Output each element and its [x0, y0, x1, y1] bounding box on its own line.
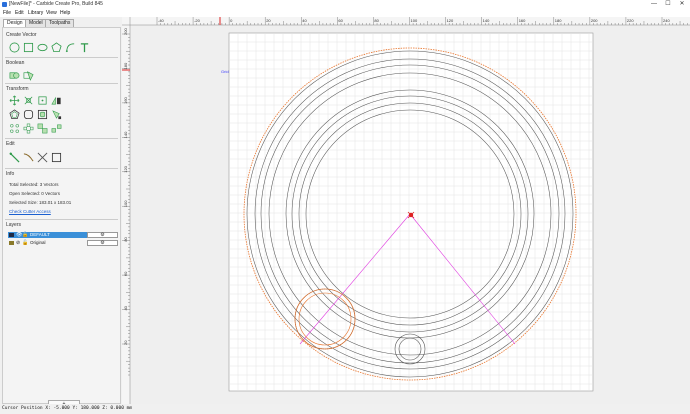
x-ruler-label: 120: [447, 18, 454, 23]
stock-area: [228, 32, 594, 392]
divider: [5, 138, 118, 139]
section-info: Info: [6, 171, 15, 177]
minimize-button[interactable]: —: [648, 0, 660, 9]
rectangular-array-icon[interactable]: [23, 123, 34, 134]
close-vector-icon[interactable]: [51, 152, 62, 163]
mirror-icon[interactable]: [51, 95, 62, 106]
y-ruler-label: 40: [123, 305, 128, 310]
ungroup-icon[interactable]: [51, 123, 62, 134]
x-ruler-label: 180: [555, 18, 562, 23]
info-total-selected: Total Selected: 3 Vectors: [9, 182, 59, 187]
visibility-hidden-icon[interactable]: ⊘: [16, 240, 20, 246]
trim-icon[interactable]: [37, 152, 48, 163]
y-ruler-label: 60: [123, 271, 128, 276]
layer-settings-gear-icon[interactable]: ⚙: [87, 240, 118, 246]
y-ruler-label: 20: [123, 340, 128, 345]
layer-name: DEFAULT: [30, 232, 50, 237]
y-ruler-label: 160: [123, 96, 128, 103]
move-icon[interactable]: [9, 95, 20, 106]
layer-row-default[interactable]: 👁 🔓 DEFAULT ⚙: [8, 232, 118, 238]
y-ruler-label: 180: [123, 62, 128, 69]
group-icon[interactable]: [37, 123, 48, 134]
y-ruler-label: 140: [123, 131, 128, 138]
center-marker-icon: [407, 211, 415, 219]
join-vectors-icon[interactable]: [23, 152, 34, 163]
node-edit-icon[interactable]: [51, 109, 62, 120]
x-ruler-label: 20: [266, 18, 271, 23]
offset-icon[interactable]: [9, 109, 20, 120]
divider: [5, 168, 118, 169]
x-ruler-label: 80: [374, 18, 379, 23]
boolean-subtract-icon[interactable]: [23, 70, 34, 81]
grid-label: Grid: [221, 69, 229, 74]
y-ruler-label: 80: [123, 236, 128, 241]
design-canvas[interactable]: -40 -20 0 20 40 60 80 100 120 140 160 180 200 220 240 …: [122, 17, 690, 404]
layer-name: Original: [30, 240, 46, 245]
y-ruler-label: 120: [123, 165, 128, 172]
rectangle-tool-icon[interactable]: [23, 42, 34, 53]
x-ruler-label: 40: [302, 18, 307, 23]
chamfer-icon[interactable]: [37, 109, 48, 120]
edit-nodes-icon[interactable]: [9, 152, 20, 163]
x-ruler-label: 240: [663, 18, 670, 23]
design-panel: Create Vector Boolean Transform Edit Inf: [2, 27, 121, 408]
lock-icon[interactable]: 🔓: [22, 232, 28, 238]
fillet-icon[interactable]: [23, 109, 34, 120]
lock-icon[interactable]: 🔓: [22, 240, 28, 246]
divider: [5, 57, 118, 58]
polygon-tool-icon[interactable]: [51, 42, 62, 53]
status-bar: Cursor Position X: -5.000 Y: 180.000 Z: …: [0, 404, 690, 414]
info-selected-size: Selected Size: 183.01 x 183.01: [9, 200, 72, 205]
menu-view[interactable]: View: [46, 10, 57, 16]
circle-tool-icon[interactable]: [9, 42, 20, 53]
x-ruler-label: 160: [519, 18, 526, 23]
x-ruler-label: 140: [483, 18, 490, 23]
layer-color-swatch[interactable]: [9, 241, 14, 245]
check-cutter-access-link[interactable]: Check Cutter Access: [9, 209, 51, 214]
close-button[interactable]: ✕: [676, 0, 688, 9]
menu-help[interactable]: Help: [60, 10, 70, 16]
section-create-vector: Create Vector: [6, 32, 37, 38]
menu-file[interactable]: File: [3, 10, 11, 16]
x-ruler-label: -20: [194, 18, 201, 23]
x-ruler-label: 100: [411, 18, 418, 23]
y-ruler-label: 200: [123, 28, 128, 35]
menu-library[interactable]: Library: [28, 10, 43, 16]
section-layers: Layers: [6, 222, 22, 228]
left-panel: Design Model Toolpaths Create Vector Boo…: [0, 17, 123, 408]
menu-bar: File Edit Library View Help: [0, 9, 690, 17]
y-ruler-label: 100: [123, 200, 128, 207]
app-icon: [2, 2, 7, 7]
section-transform: Transform: [6, 86, 29, 92]
x-ruler-label: 60: [338, 18, 343, 23]
layer-color-swatch[interactable]: [9, 233, 14, 237]
maximize-button[interactable]: ☐: [662, 0, 674, 9]
circular-array-icon[interactable]: [9, 123, 20, 134]
info-open-selected: Open Selected: 0 Vectors: [9, 191, 61, 196]
x-ruler-label: 220: [627, 18, 634, 23]
layer-row-original[interactable]: ⊘ 🔓 Original ⚙: [8, 240, 118, 246]
section-edit: Edit: [6, 141, 15, 147]
x-ruler-label: 200: [591, 18, 598, 23]
title-bar: [NewFile]* - Carbide Create Pro, Build 8…: [0, 0, 690, 9]
ellipse-tool-icon[interactable]: [37, 42, 48, 53]
x-ruler-label: -40: [158, 18, 165, 23]
divider: [5, 219, 118, 220]
cursor-position: Cursor Position X: -5.000 Y: 180.000 Z: …: [2, 406, 133, 411]
boolean-union-icon[interactable]: [9, 70, 20, 81]
curve-tool-icon[interactable]: [65, 42, 76, 53]
divider: [5, 83, 118, 84]
text-tool-icon[interactable]: [79, 42, 90, 53]
scale-icon[interactable]: [23, 95, 34, 106]
align-icon[interactable]: [37, 95, 48, 106]
layer-settings-gear-icon[interactable]: ⚙: [87, 232, 118, 238]
window-title: [NewFile]* - Carbide Create Pro, Build 8…: [9, 1, 103, 7]
menu-edit[interactable]: Edit: [15, 10, 24, 16]
section-boolean: Boolean: [6, 60, 25, 66]
